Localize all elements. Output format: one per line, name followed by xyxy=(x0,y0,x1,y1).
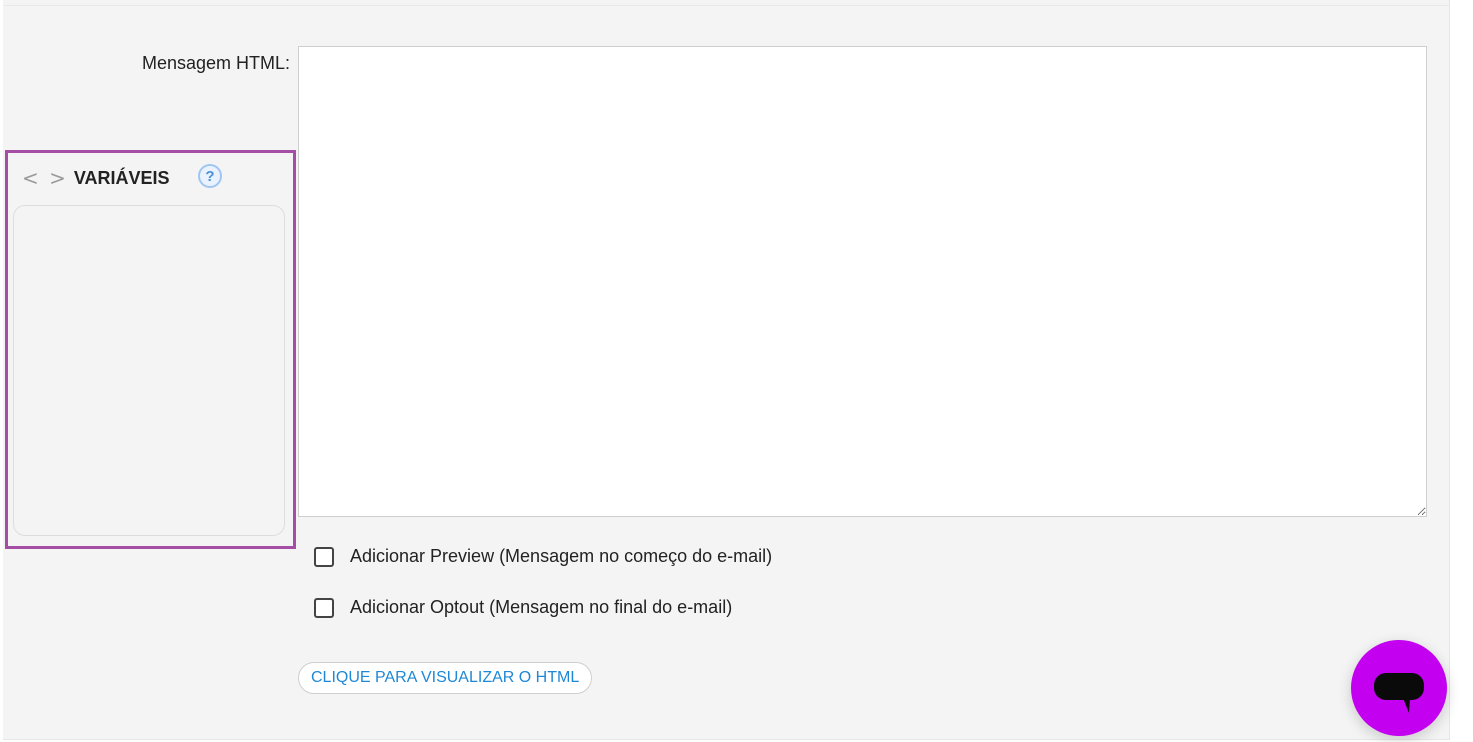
variables-header: < > VARIÁVEIS xyxy=(22,166,170,190)
help-icon[interactable]: ? xyxy=(198,164,222,188)
preview-checkbox[interactable] xyxy=(314,546,334,567)
html-message-textarea[interactable] xyxy=(298,46,1427,517)
html-message-label: Mensagem HTML: xyxy=(141,53,290,73)
page: Mensagem HTML: < > VARIÁVEIS ? Adicionar… xyxy=(0,0,1473,742)
chat-bubble-icon xyxy=(1374,673,1424,713)
code-icon: < > xyxy=(22,166,68,190)
preview-label: Adicionar Preview (Mensagem no começo do… xyxy=(350,546,773,566)
optout-label: Adicionar Optout (Mensagem no final do e… xyxy=(350,597,733,617)
chat-button[interactable] xyxy=(1351,640,1447,736)
variables-title: VARIÁVEIS xyxy=(73,167,170,188)
view-html-button[interactable]: CLIQUE PARA VISUALIZAR O HTML xyxy=(298,662,593,694)
variables-list[interactable] xyxy=(13,205,285,536)
optout-checkbox[interactable] xyxy=(314,597,334,618)
preview-option[interactable]: Adicionar Preview (Mensagem no começo do… xyxy=(314,546,772,567)
optout-option[interactable]: Adicionar Optout (Mensagem no final do e… xyxy=(314,597,732,618)
divider xyxy=(3,5,1449,6)
variables-panel: < > VARIÁVEIS ? xyxy=(5,150,296,549)
